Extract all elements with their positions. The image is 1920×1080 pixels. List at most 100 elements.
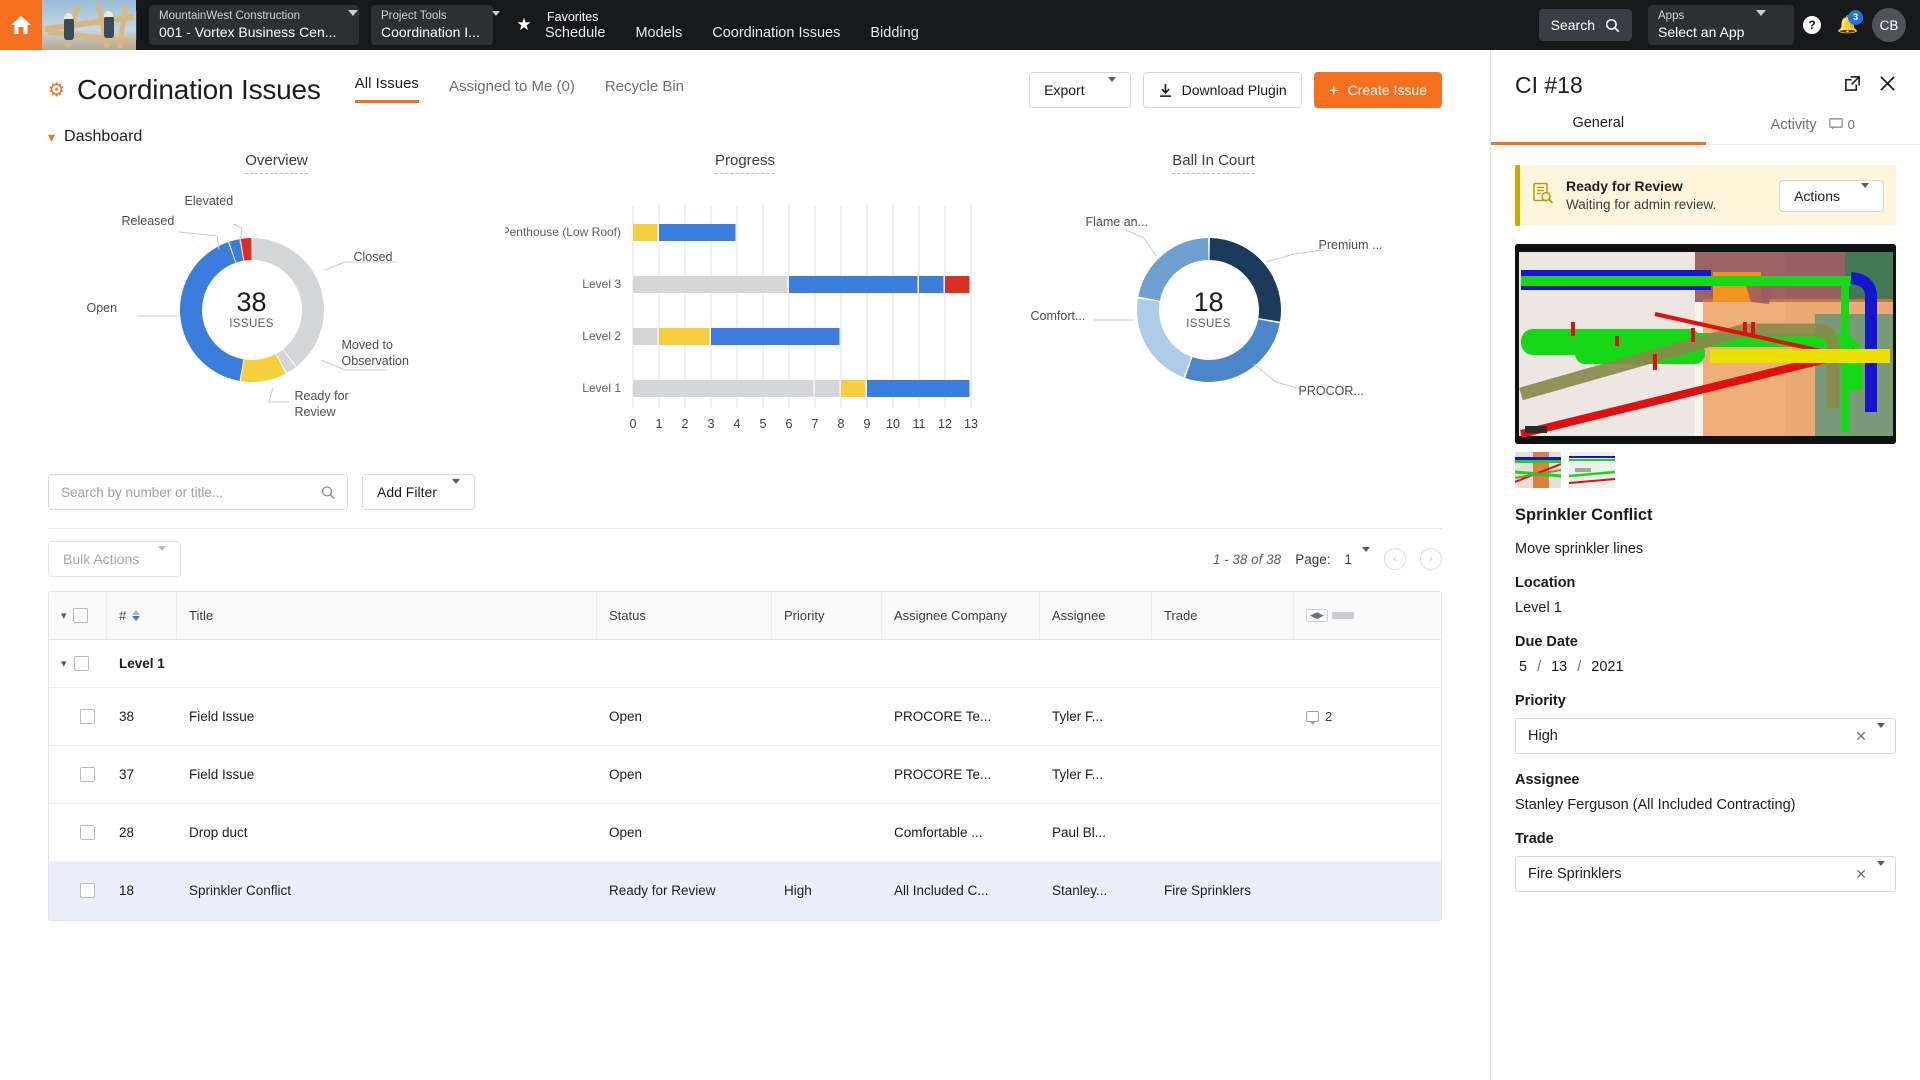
thumbnail-2[interactable] <box>1569 452 1615 489</box>
export-button[interactable]: Export <box>1029 72 1131 108</box>
favorites-star-icon[interactable]: ★ <box>505 0 543 50</box>
model-viewer-image[interactable] <box>1515 244 1896 445</box>
row-checkbox[interactable] <box>80 883 95 898</box>
ball-in-court-label-comfort: Comfort... <box>1030 309 1086 323</box>
select-all-header[interactable]: ▾ <box>49 592 107 639</box>
sort-icon[interactable] <box>132 610 141 621</box>
nav-link-coordination-issues[interactable]: Coordination Issues <box>712 25 840 41</box>
bar-segment[interactable] <box>841 380 866 397</box>
x-axis-tick-label: 10 <box>886 417 900 431</box>
bar-segment[interactable] <box>789 276 918 293</box>
project-selector[interactable]: MountainWest Construction 001 - Vortex B… <box>149 5 359 45</box>
overview-count: 38 <box>236 287 267 317</box>
bar-segment[interactable] <box>711 328 840 345</box>
bar-segment[interactable] <box>659 328 710 345</box>
open-in-new-window-icon[interactable] <box>1844 75 1861 97</box>
panel-tab-general[interactable]: General <box>1491 115 1706 145</box>
column-header-trade[interactable]: Trade <box>1152 592 1294 639</box>
bulk-actions-button[interactable]: Bulk Actions <box>48 541 182 577</box>
column-header-title[interactable]: Title <box>177 592 597 639</box>
comment-indicator[interactable]: 2 <box>1306 709 1332 725</box>
page-tabs: All Issues Assigned to Me (0) Recycle Bi… <box>354 75 684 106</box>
global-search-button[interactable]: Search <box>1538 9 1632 41</box>
nav-link-schedule[interactable]: Schedule <box>545 25 605 41</box>
bar-segment[interactable] <box>919 276 944 293</box>
group-checkbox[interactable] <box>73 656 89 671</box>
issue-description: Move sprinkler lines <box>1515 541 1644 558</box>
dashboard-toggle[interactable]: ▾ Dashboard <box>0 108 1490 146</box>
tab-all-issues[interactable]: All Issues <box>354 75 419 103</box>
row-checkbox[interactable] <box>80 825 95 840</box>
ball-in-court-label-procore: PROCOR... <box>1298 384 1364 398</box>
chevron-down-icon <box>1877 723 1885 745</box>
prev-page-button[interactable]: ‹ <box>1384 548 1406 570</box>
nav-link-models[interactable]: Models <box>635 25 682 41</box>
row-select-cell[interactable] <box>49 688 107 745</box>
clear-icon[interactable]: ✕ <box>1855 728 1867 745</box>
column-header-assignee-company[interactable]: Assignee Company <box>882 592 1040 639</box>
tab-recycle-bin[interactable]: Recycle Bin <box>605 78 684 103</box>
column-header-number[interactable]: # <box>107 592 177 639</box>
column-resize-icon[interactable]: ◀▶ <box>1306 609 1354 622</box>
actions-button[interactable]: Actions <box>1779 179 1884 212</box>
bar-segment[interactable] <box>815 380 840 397</box>
row-select-cell[interactable] <box>49 862 107 919</box>
table-row[interactable]: 28 Drop duct Open Comfortable ... Paul Bl... <box>49 804 1441 862</box>
bar-segment[interactable] <box>633 328 658 345</box>
tab-assigned-to-me[interactable]: Assigned to Me (0) <box>449 78 575 103</box>
panel-tabs: General Activity 0 <box>1491 99 1920 145</box>
column-header-assignee[interactable]: Assignee <box>1040 592 1152 639</box>
gear-icon[interactable]: ⚙ <box>48 79 65 102</box>
thumbnail-1[interactable] <box>1515 452 1561 489</box>
group-select-cell[interactable]: ▾ <box>49 640 107 687</box>
create-issue-button[interactable]: + Create Issue <box>1313 72 1442 108</box>
table-row[interactable]: 18 Sprinkler Conflict Ready for Review High… <box>49 862 1441 920</box>
page-number-value: 1 <box>1344 551 1352 567</box>
bar-segment[interactable] <box>867 380 970 397</box>
chevron-down-icon[interactable]: ▾ <box>61 609 67 622</box>
clear-icon[interactable]: ✕ <box>1855 866 1867 883</box>
chevron-down-icon[interactable]: ▾ <box>61 657 67 670</box>
due-date-day: 13 <box>1551 659 1568 676</box>
column-header-status[interactable]: Status <box>597 592 772 639</box>
due-date-value[interactable]: 5 / 13 / 2021 <box>1515 659 1896 675</box>
bar-segment[interactable] <box>633 276 788 293</box>
priority-select[interactable]: High ✕ <box>1515 718 1896 755</box>
column-header-priority[interactable]: Priority <box>772 592 882 639</box>
close-icon[interactable] <box>1879 75 1896 97</box>
home-button[interactable] <box>0 0 42 50</box>
row-checkbox[interactable] <box>80 709 95 724</box>
search-input-wrapper[interactable] <box>48 474 348 510</box>
panel-tab-activity[interactable]: Activity 0 <box>1706 117 1920 144</box>
download-plugin-button[interactable]: Download Plugin <box>1142 72 1302 108</box>
add-filter-button[interactable]: Add Filter <box>362 474 475 510</box>
chevron-down-icon <box>1362 546 1370 567</box>
cell-title: Field Issue <box>189 767 255 782</box>
bar-segment[interactable] <box>633 224 658 241</box>
search-input[interactable] <box>61 484 321 500</box>
select-all-checkbox[interactable] <box>72 608 88 623</box>
bar-segment[interactable] <box>659 224 736 241</box>
bar-segment[interactable] <box>945 276 970 293</box>
progress-bars-svg: Penthouse (Low Roof) Level 3 Level 2 Level … <box>505 206 978 431</box>
avatar[interactable]: CB <box>1872 8 1906 42</box>
bar-segment[interactable] <box>633 380 814 397</box>
column-settings-control[interactable]: ◀▶ <box>1294 592 1369 639</box>
table-group-row[interactable]: ▾ Level 1 <box>49 640 1441 688</box>
project-tools-selector[interactable]: Project Tools Coordination I... <box>371 5 500 45</box>
page-number-select[interactable]: 1 <box>1344 546 1370 567</box>
notifications-button[interactable]: 🔔 3 <box>1830 7 1866 43</box>
row-select-cell[interactable] <box>49 804 107 861</box>
help-button[interactable]: ? <box>1794 7 1830 43</box>
row-select-cell[interactable] <box>49 746 107 803</box>
row-checkbox[interactable] <box>80 767 95 782</box>
cell-comments[interactable]: 2 <box>1294 688 1369 745</box>
nav-link-bidding[interactable]: Bidding <box>870 25 918 41</box>
apps-selector[interactable]: Apps Select an App <box>1648 5 1794 45</box>
next-page-button[interactable]: › <box>1420 548 1442 570</box>
chevron-down-icon <box>1107 77 1116 98</box>
chart-progress: Progress Penthouse (Low Roof) Level 3 Leve… <box>505 152 985 448</box>
table-row[interactable]: 38 Field Issue Open PROCORE Te... Tyler F...… <box>49 688 1441 746</box>
table-row[interactable]: 37 Field Issue Open PROCORE Te... Tyler F... <box>49 746 1441 804</box>
trade-select[interactable]: Fire Sprinklers ✕ <box>1515 856 1896 893</box>
